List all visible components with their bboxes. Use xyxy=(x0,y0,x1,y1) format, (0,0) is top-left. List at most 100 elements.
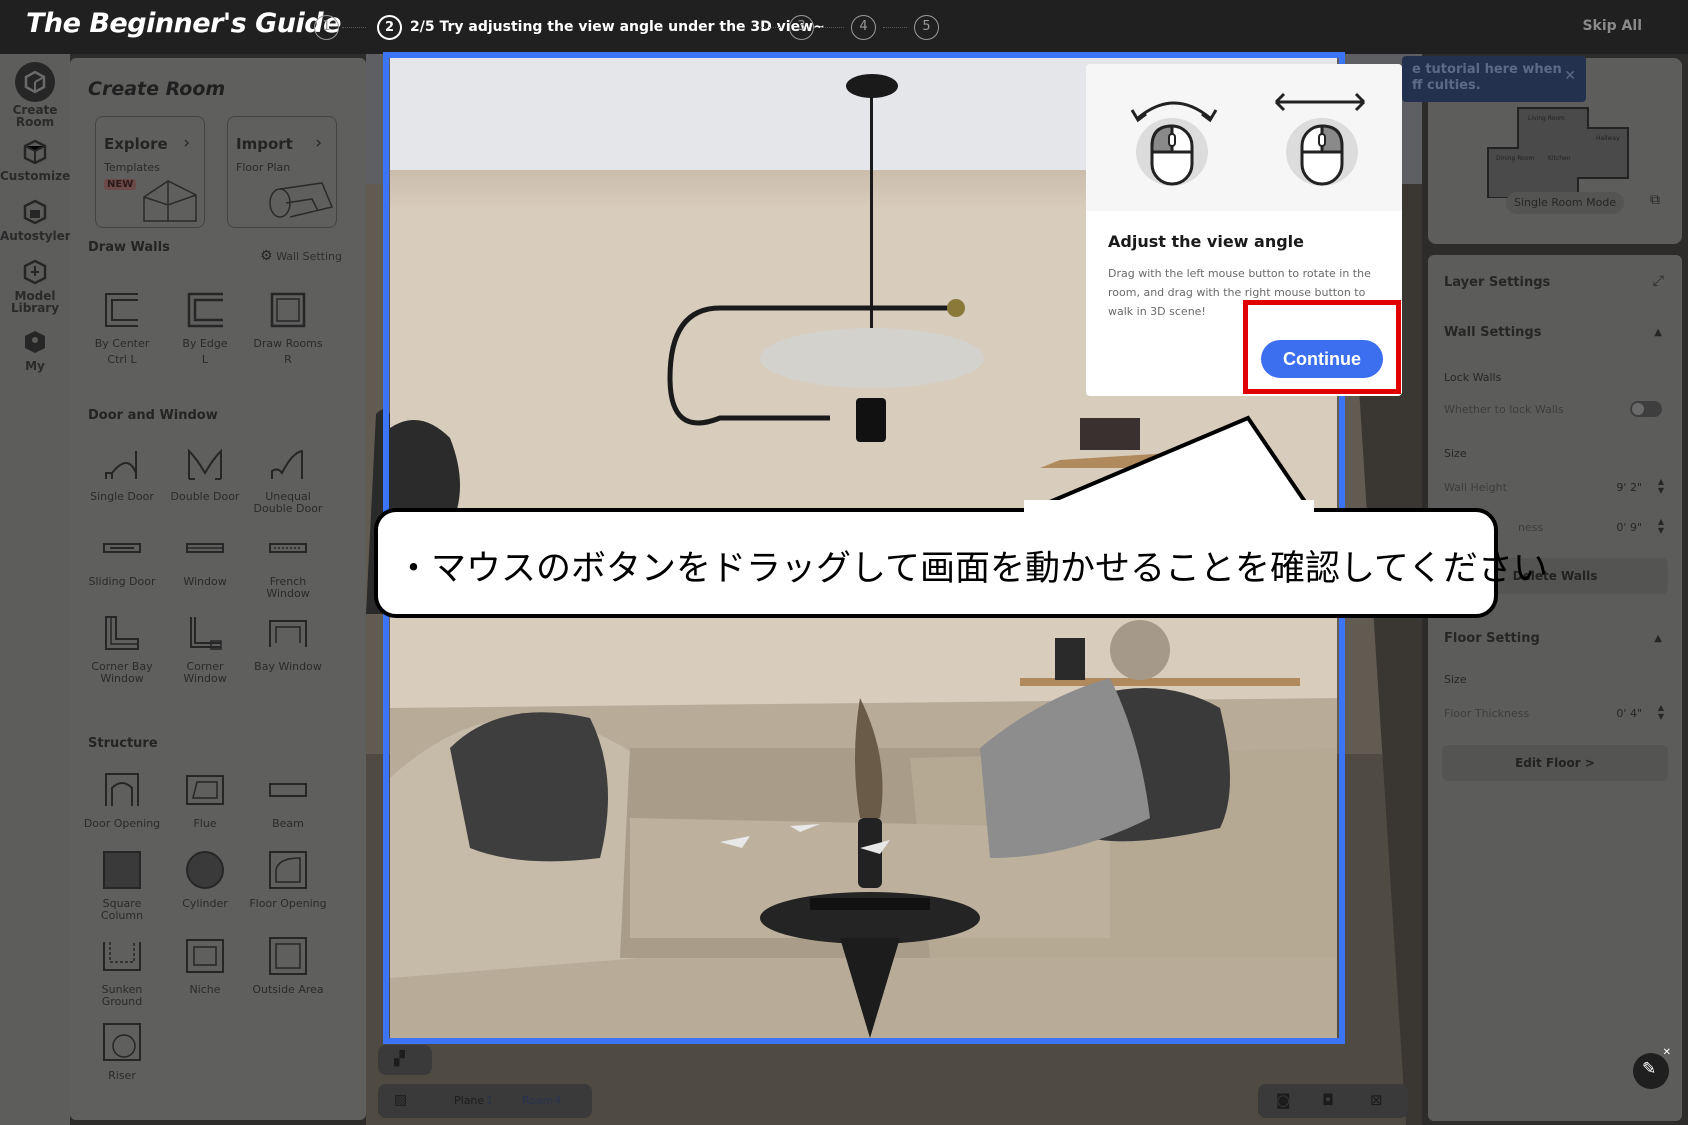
camera-settings-icon[interactable]: ◘ xyxy=(1322,1091,1334,1109)
roam-label[interactable]: Roam xyxy=(522,1094,553,1107)
layers-icon[interactable]: ▨ xyxy=(394,1092,407,1108)
minimap-room-label: Hallway xyxy=(1596,135,1620,142)
tool-corner-bay-window[interactable]: Corner Bay Window xyxy=(77,613,167,685)
close-icon[interactable]: ✕ xyxy=(1663,1047,1671,1058)
floor-setting-title: Floor Setting xyxy=(1444,631,1540,646)
plane-label[interactable]: Plane xyxy=(454,1094,484,1107)
floor-size-label: Size xyxy=(1444,673,1467,686)
tool-corner-window[interactable]: Corner Window xyxy=(160,613,250,685)
expand-icon[interactable]: ⤢ xyxy=(1653,273,1664,289)
tool-flue[interactable]: Flue xyxy=(160,770,250,830)
feedback-button[interactable]: ✎ ✕ xyxy=(1633,1047,1671,1089)
tool-window[interactable]: Window xyxy=(160,528,250,588)
tool-sliding-door[interactable]: Sliding Door xyxy=(77,528,167,588)
tool-draw-rooms[interactable]: Draw Rooms R xyxy=(243,290,333,366)
tool-label: Window xyxy=(266,587,310,600)
edit-floor-button[interactable]: Edit Floor > xyxy=(1442,745,1668,781)
floor-plan-roll-icon xyxy=(269,182,334,218)
tool-label: Column xyxy=(100,909,144,922)
tool-label: Bay Window xyxy=(254,660,322,673)
step-divider xyxy=(820,27,844,28)
tool-label: Cylinder xyxy=(182,897,228,910)
template-house-icon xyxy=(143,180,197,222)
tool-label: By Edge xyxy=(182,337,228,350)
stepper-arrows-icon[interactable]: ▲ ▼ xyxy=(1658,477,1664,495)
step-1[interactable]: 1 xyxy=(314,15,339,40)
top-bar: The Beginner's Guide 1 2 2/5 Try adjusti… xyxy=(0,0,1688,54)
draw-rooms-icon xyxy=(270,292,306,328)
step-divider xyxy=(883,27,907,28)
chevron-right-icon: › xyxy=(183,133,190,153)
tool-shortcut: R xyxy=(284,353,292,366)
import-floor-plan-card[interactable]: Import › Floor Plan xyxy=(227,116,337,228)
collapse-arrow-icon[interactable]: ▲ xyxy=(1654,633,1662,644)
rail-label: Library xyxy=(10,301,60,315)
rail-customize[interactable]: Customize xyxy=(0,138,70,182)
tool-floor-opening[interactable]: Floor Opening xyxy=(243,850,333,910)
tool-label: Flue xyxy=(193,817,217,830)
tool-french-window[interactable]: French Window xyxy=(243,528,333,600)
wall-setting-link[interactable]: ⚙ Wall Setting xyxy=(260,248,342,264)
stepper-arrows-icon[interactable]: ▲ ▼ xyxy=(1658,703,1664,721)
tool-single-door[interactable]: Single Door xyxy=(77,443,167,503)
step-4[interactable]: 4 xyxy=(851,15,876,40)
minimap-room-label: Living Room xyxy=(1528,115,1565,122)
rail-create-room[interactable]: Create Room xyxy=(0,62,70,128)
step-3[interactable]: 3 xyxy=(789,15,814,40)
outside-area-icon xyxy=(269,937,307,975)
flue-icon xyxy=(186,775,224,805)
rail-autostyler[interactable]: Autostyler xyxy=(0,198,71,242)
square-column-icon xyxy=(103,851,141,889)
tip-banner-line: ff culties. xyxy=(1412,78,1481,93)
tool-beam[interactable]: Beam xyxy=(243,770,333,830)
rail-my[interactable]: My xyxy=(0,328,70,372)
wall-height-value[interactable]: 9' 2" xyxy=(1616,481,1642,494)
add-layer-icon: ▞ xyxy=(394,1051,405,1067)
tool-label: Floor Opening xyxy=(249,897,327,910)
tool-shortcut: Ctrl L xyxy=(107,353,137,366)
tool-unequal-double-door[interactable]: Unequal Double Door xyxy=(243,443,333,515)
close-icon[interactable]: ✕ xyxy=(1564,68,1576,84)
tool-label: Outside Area xyxy=(252,983,324,996)
wall-by-edge-icon xyxy=(187,292,223,328)
tool-bay-window[interactable]: Bay Window xyxy=(243,613,333,673)
step-2[interactable]: 2 xyxy=(377,15,402,40)
tool-label: Sliding Door xyxy=(88,575,156,588)
tool-sunken-ground[interactable]: Sunken Ground xyxy=(77,936,167,1008)
camera-add-icon[interactable]: ◙ xyxy=(1276,1091,1291,1109)
rail-model-library[interactable]: Model Library xyxy=(0,258,70,314)
tool-cylinder[interactable]: Cylinder xyxy=(160,850,250,910)
minimap-room-label: Dining Room xyxy=(1496,155,1535,162)
tool-double-door[interactable]: Double Door xyxy=(160,443,250,503)
feedback-edit-icon: ✎ xyxy=(1642,1059,1657,1079)
view-tools-bar: ◙ ◘ ⊠ xyxy=(1258,1084,1408,1118)
step-5[interactable]: 5 xyxy=(914,15,939,40)
collapse-arrow-icon[interactable]: ▲ xyxy=(1654,327,1662,338)
lock-walls-toggle[interactable] xyxy=(1630,401,1662,417)
wall-thickness-value[interactable]: 0' 9" xyxy=(1616,521,1642,534)
tool-by-edge[interactable]: By Edge L xyxy=(160,290,250,366)
single-room-mode-toggle[interactable]: Single Room Mode xyxy=(1506,192,1625,214)
callout-joint-cover xyxy=(1024,500,1314,518)
tool-door-opening[interactable]: Door Opening xyxy=(77,770,167,830)
external-window-icon[interactable]: ⧉ xyxy=(1650,192,1660,208)
fullscreen-icon[interactable]: ⊠ xyxy=(1370,1091,1383,1109)
skip-all-button[interactable]: Skip All xyxy=(1582,18,1642,34)
explore-templates-card[interactable]: Explore › Templates NEW xyxy=(95,116,205,228)
add-view-button[interactable]: ▞ xyxy=(378,1045,432,1075)
double-door-icon xyxy=(188,448,222,480)
door-opening-icon xyxy=(105,773,139,806)
tool-riser[interactable]: Riser xyxy=(77,1022,167,1082)
customize-icon xyxy=(21,138,49,166)
tool-label: Double Door xyxy=(170,490,240,503)
tool-outside-area[interactable]: Outside Area xyxy=(243,936,333,996)
tool-label: Door Opening xyxy=(83,817,161,830)
tool-square-column[interactable]: Square Column xyxy=(77,850,167,922)
floor-thickness-value[interactable]: 0' 4" xyxy=(1616,707,1642,720)
tool-by-center[interactable]: By Center Ctrl L xyxy=(77,290,167,366)
stepper-arrows-icon[interactable]: ▲ ▼ xyxy=(1658,517,1664,535)
tool-niche[interactable]: Niche xyxy=(160,936,250,996)
tool-label: Window xyxy=(183,575,227,588)
wall-height-label: Wall Height xyxy=(1444,481,1507,494)
walk-mouse-icon xyxy=(1274,92,1366,186)
